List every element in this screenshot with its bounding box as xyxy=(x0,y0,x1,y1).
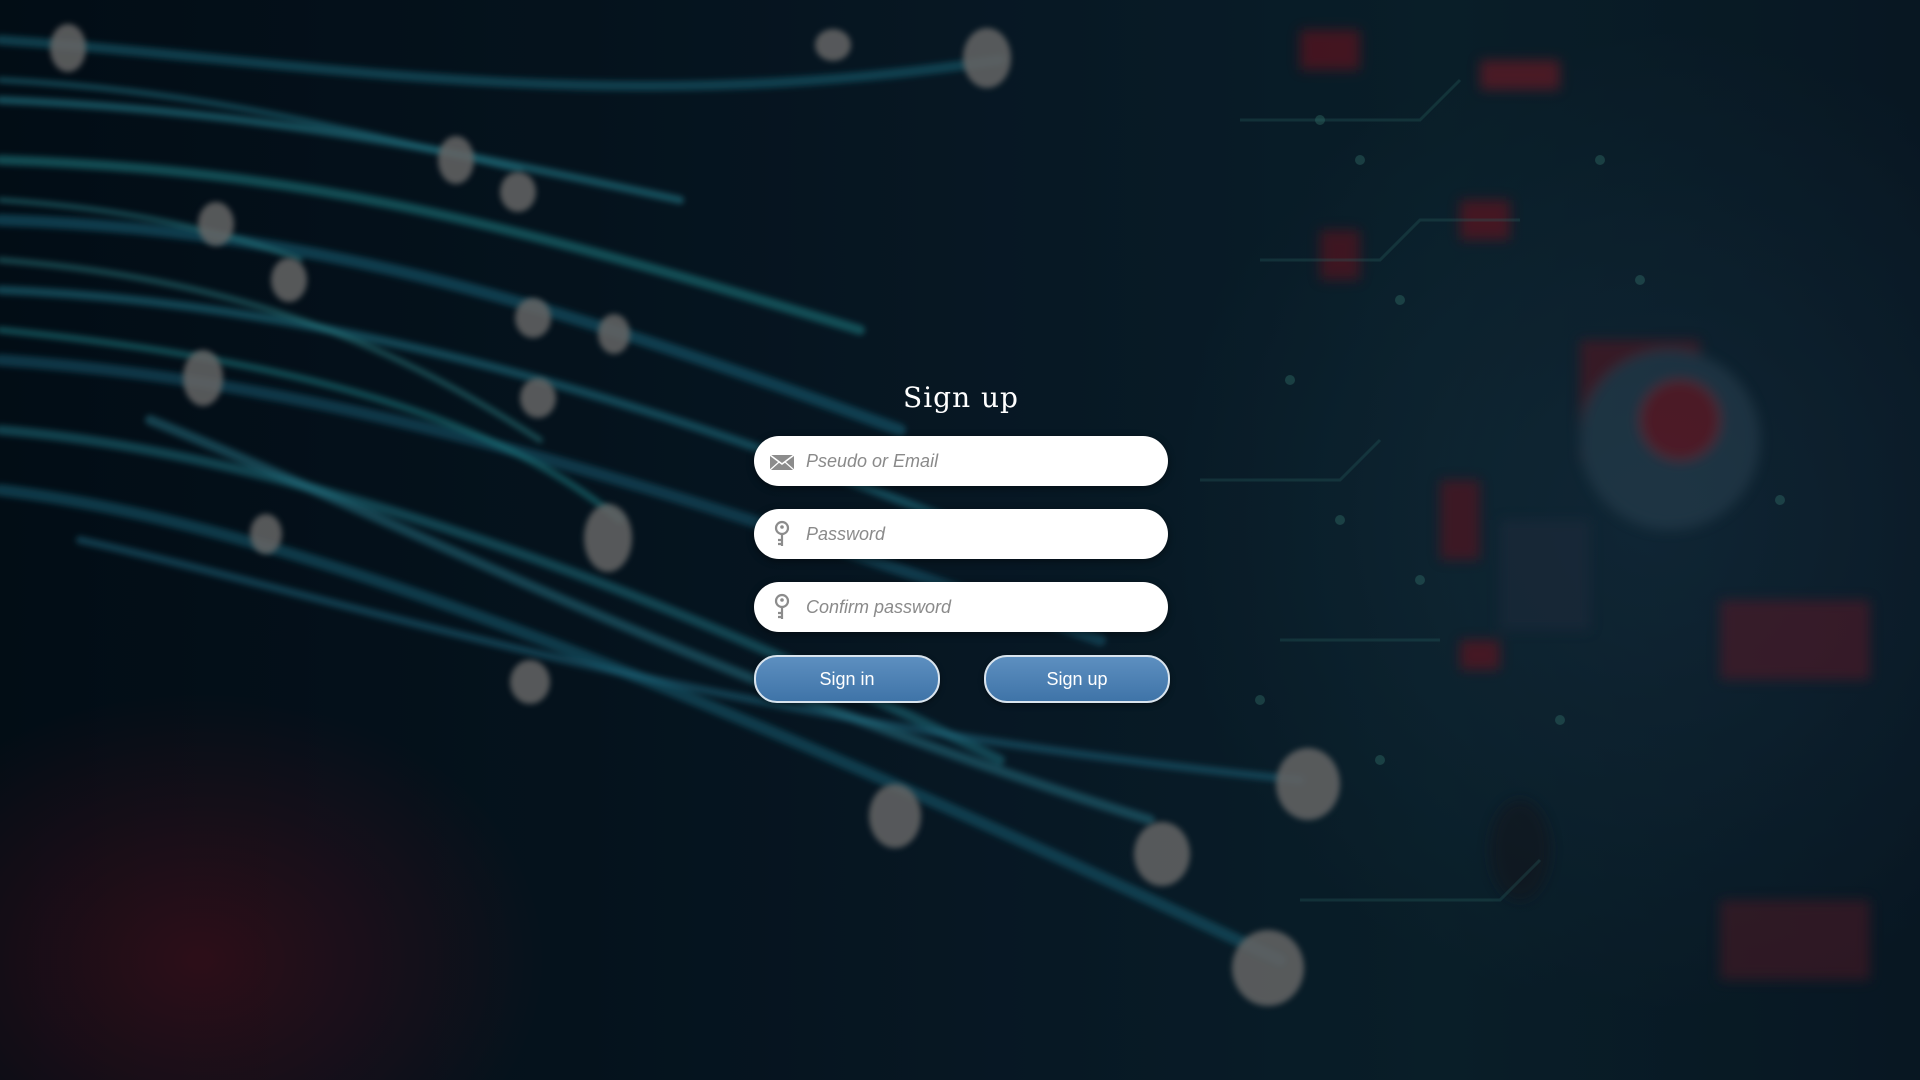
page-title: Sign up xyxy=(903,381,1019,414)
envelope-icon xyxy=(769,454,795,471)
sign-up-button[interactable]: Sign up xyxy=(984,655,1170,703)
signup-form: Sign up Sign in Sign up xyxy=(754,378,1170,703)
password-input[interactable] xyxy=(806,509,1146,559)
sign-in-button[interactable]: Sign in xyxy=(754,655,940,703)
key-icon xyxy=(774,593,790,619)
form-actions: Sign in Sign up xyxy=(754,655,1170,703)
password-field[interactable] xyxy=(754,509,1168,559)
email-field[interactable] xyxy=(754,436,1168,486)
confirm-password-field[interactable] xyxy=(754,582,1168,632)
email-input[interactable] xyxy=(806,436,1146,486)
confirm-password-input[interactable] xyxy=(806,582,1146,632)
key-icon xyxy=(774,520,790,546)
